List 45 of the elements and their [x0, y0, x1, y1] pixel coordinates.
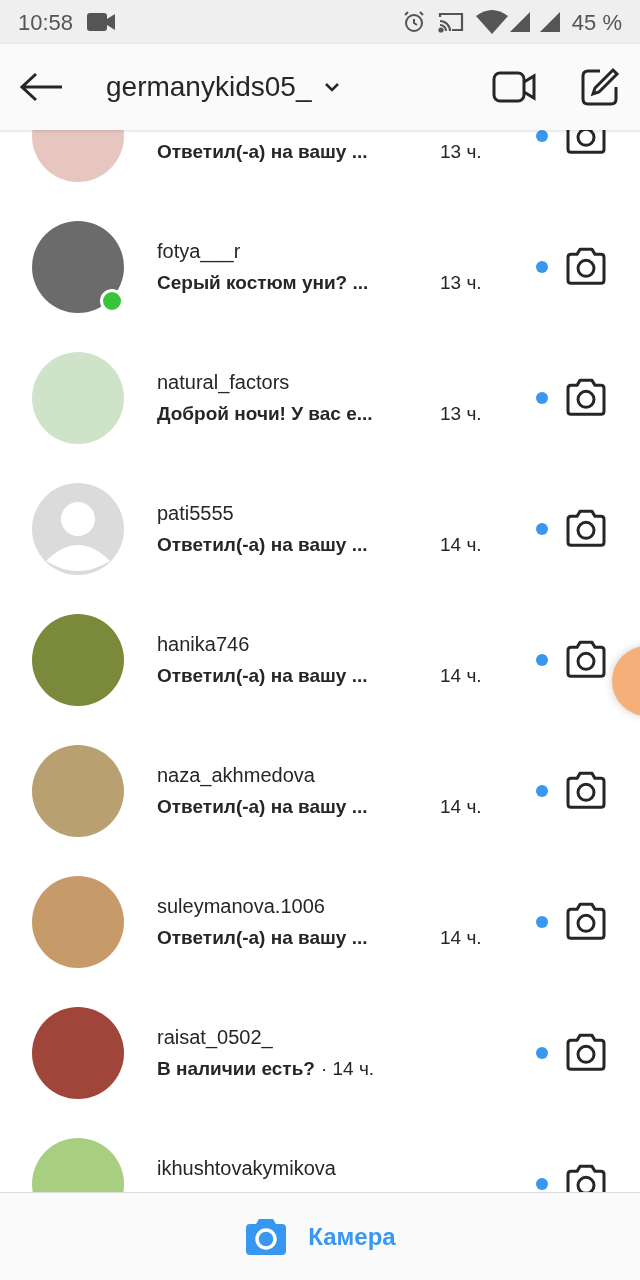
battery-percentage: 45 %	[571, 8, 622, 37]
message-preview: В наличии есть?	[157, 1056, 315, 1081]
camera-icon[interactable]	[564, 1164, 608, 1192]
account-switcher[interactable]: germanykids05_	[106, 66, 340, 108]
camera-icon[interactable]	[564, 640, 608, 679]
message-time: 13 ч.	[440, 270, 482, 295]
status-time: 10:58	[18, 8, 74, 37]
message-time: 13 ч.	[440, 139, 482, 164]
username: pati5555	[157, 500, 235, 526]
username: natural_factors	[157, 369, 291, 395]
signal-icon	[509, 10, 532, 34]
camera-icon[interactable]	[564, 378, 608, 417]
video-recording-icon	[87, 12, 116, 32]
compose-icon[interactable]	[580, 67, 620, 107]
message-preview: Доброй ночи! У вас е...	[157, 401, 374, 426]
camera-icon[interactable]	[564, 247, 608, 286]
message-time: · 14 ч.	[320, 1056, 375, 1081]
message-time: 14 ч.	[440, 925, 482, 950]
username: raisat_0502_	[157, 1024, 274, 1050]
camera-icon[interactable]	[564, 771, 608, 810]
signal-icon	[539, 10, 562, 34]
message-time: 14 ч.	[440, 794, 482, 819]
camera-icon	[244, 1217, 289, 1256]
back-arrow-icon[interactable]	[20, 72, 64, 102]
message-preview: Ответил(-а) на вашу ...	[157, 139, 369, 164]
message-preview: Серый костюм уни? ...	[157, 270, 370, 295]
message-preview: Ответил(-а) на вашу ...	[157, 794, 369, 819]
username: ikhushtovakymikova	[157, 1155, 337, 1181]
username: hanika746	[157, 631, 251, 657]
username: suleymanova.1006	[157, 893, 326, 919]
chevron-down-icon	[325, 82, 340, 92]
message-time: 14 ч.	[440, 532, 482, 557]
camera-icon[interactable]	[564, 1033, 608, 1072]
message-time: 13 ч.	[440, 401, 482, 426]
message-time: 14 ч.	[440, 663, 482, 688]
username: naza_akhmedova	[157, 762, 316, 788]
message-preview: Ответил(-а) на вашу ...	[157, 532, 369, 557]
message-preview: Ответил(-а) на вашу ...	[157, 925, 369, 950]
username: fotya___r	[157, 238, 242, 264]
wifi-icon	[475, 10, 508, 34]
cast-icon	[437, 11, 464, 33]
message-preview: Ответил(-а) на вашу ...	[157, 663, 369, 688]
camera-icon[interactable]	[564, 509, 608, 548]
camera-icon[interactable]	[564, 902, 608, 941]
video-camera-icon[interactable]	[492, 70, 536, 104]
